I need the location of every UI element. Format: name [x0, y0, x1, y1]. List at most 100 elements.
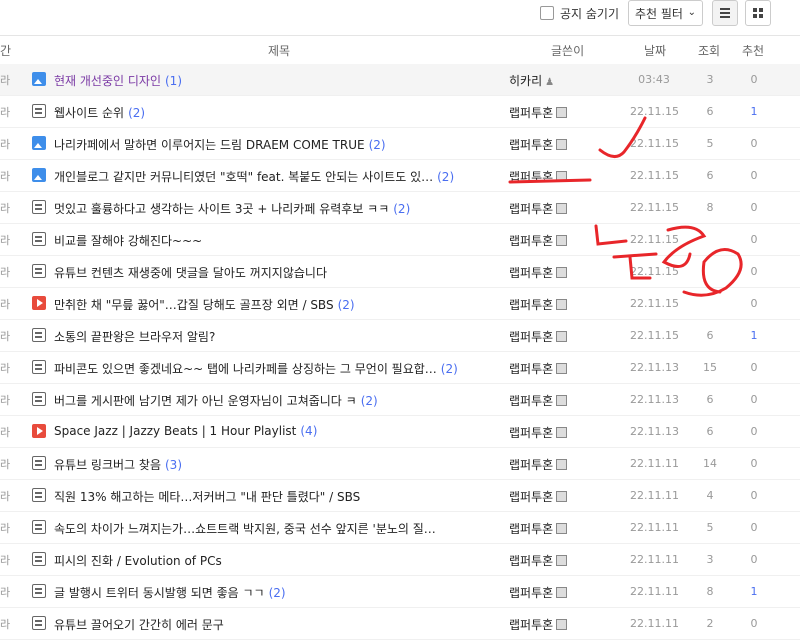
post-title[interactable]: Space Jazz | Jazzy Beats | 1 Hour Playli… [54, 424, 296, 438]
post-title[interactable]: 현재 개선중인 디자인 [54, 74, 161, 88]
post-title[interactable]: 피시의 진화 / Evolution of PCs [54, 554, 222, 568]
row-left-cut: 라 [0, 202, 11, 215]
grid-view-button[interactable] [745, 0, 771, 26]
comment-count[interactable]: (2) [269, 586, 286, 600]
post-title-link[interactable]: 파비콘도 있으면 좋겠네요~~ 탭에 나리카페를 상징하는 그 무언이 필요합…… [54, 360, 458, 377]
post-title-link[interactable]: 속도의 차이가 느껴지는가…쇼트트랙 박지원, 중국 선수 앞지른 '분노의 질… [54, 520, 440, 537]
comment-count[interactable]: (2) [437, 170, 454, 184]
author-name[interactable]: 랩퍼투혼 [509, 426, 553, 440]
author-name[interactable]: 랩퍼투혼 [509, 298, 553, 312]
recommend-filter-select[interactable]: 추천 필터 ⌄ [628, 0, 703, 26]
post-author[interactable]: 랩퍼투혼 [509, 552, 568, 569]
author-name[interactable]: 랩퍼투혼 [509, 106, 553, 120]
post-title[interactable]: 글 발행시 트위터 동시발행 되면 좋음 ㄱㄱ [54, 586, 265, 600]
recommend-count: 0 [750, 297, 758, 310]
recommend-count: 0 [750, 553, 758, 566]
post-title-link[interactable]: 나리카페에서 말하면 이루어지는 드림 DRAEM COME TRUE (2) [54, 136, 386, 153]
post-title[interactable]: 멋있고 훌륭하다고 생각하는 사이트 3곳 + 나리카페 유력후보 ㅋㅋ [54, 202, 389, 216]
post-title-link[interactable]: 만취한 채 "무릎 꿇어"…갑질 당해도 골프장 외면 / SBS (2) [54, 296, 355, 313]
table-row: 라 유튜브 컨텐츠 재생중에 댓글을 달아도 꺼지지않습니다 랩퍼투혼 22.1… [0, 256, 800, 288]
comment-count[interactable]: (4) [300, 424, 317, 438]
post-author[interactable]: 랩퍼투혼 [509, 424, 568, 441]
author-name[interactable]: 랩퍼투혼 [509, 522, 553, 536]
comment-count[interactable]: (2) [128, 106, 145, 120]
post-title-link[interactable]: 소통의 끝판왕은 브라우저 알림? [54, 328, 219, 345]
list-view-button[interactable] [712, 0, 738, 26]
post-title[interactable]: 유튜브 컨텐츠 재생중에 댓글을 달아도 꺼지지않습니다 [54, 266, 327, 280]
author-name[interactable]: 랩퍼투혼 [509, 618, 553, 632]
recommend-count: 0 [750, 73, 758, 86]
post-title[interactable]: 개인블로그 같지만 커뮤니티였던 "호떡" feat. 복붙도 안되는 사이트도… [54, 170, 433, 184]
recommend-count: 0 [750, 425, 758, 438]
row-left-cut: 라 [0, 266, 11, 279]
post-author[interactable]: 랩퍼투혼 [509, 104, 568, 121]
video-post-icon [32, 296, 46, 310]
post-title[interactable]: 유튜브 링크버그 찾음 [54, 458, 161, 472]
hide-notice-checkbox[interactable] [540, 6, 554, 20]
author-name[interactable]: 랩퍼투혼 [509, 202, 553, 216]
post-title-link[interactable]: 직원 13% 해고하는 메타…저커버그 "내 판단 틀렸다" / SBS [54, 488, 364, 505]
comment-count[interactable]: (2) [441, 362, 458, 376]
post-author[interactable]: 랩퍼투혼 [509, 616, 568, 633]
post-title[interactable]: 유튜브 끌어오기 간간히 에러 문구 [54, 618, 224, 632]
post-author[interactable]: 랩퍼투혼 [509, 296, 568, 313]
post-title-link[interactable]: Space Jazz | Jazzy Beats | 1 Hour Playli… [54, 424, 317, 438]
post-list: 라 현재 개선중인 디자인 (1) 히카리 ♟ 03:43 3 0 라 웹사이트 순… [0, 64, 800, 640]
author-name[interactable]: 랩퍼투혼 [509, 490, 553, 504]
post-title[interactable]: 웹사이트 순위 [54, 106, 124, 120]
comment-count[interactable]: (2) [369, 138, 386, 152]
view-count: 14 [703, 457, 717, 470]
post-author[interactable]: 랩퍼투혼 [509, 360, 568, 377]
doc-post-icon [32, 392, 46, 406]
comment-count[interactable]: (2) [338, 298, 355, 312]
author-name[interactable]: 랩퍼투혼 [509, 170, 553, 184]
post-author[interactable]: 랩퍼투혼 [509, 264, 568, 281]
post-title-link[interactable]: 현재 개선중인 디자인 (1) [54, 72, 182, 89]
post-title-link[interactable]: 비교를 잘해야 강해진다~~~ [54, 232, 206, 249]
post-author[interactable]: 랩퍼투혼 [509, 136, 568, 153]
post-title-link[interactable]: 버그를 게시판에 남기면 제가 아닌 운영자님이 고쳐줍니다 ㅋ (2) [54, 392, 378, 409]
comment-count[interactable]: (3) [165, 458, 182, 472]
author-name[interactable]: 랩퍼투혼 [509, 330, 553, 344]
post-author[interactable]: 랩퍼투혼 [509, 328, 568, 345]
author-name[interactable]: 히카리 [509, 74, 542, 88]
post-title-link[interactable]: 유튜브 컨텐츠 재생중에 댓글을 달아도 꺼지지않습니다 [54, 264, 331, 281]
post-title-link[interactable]: 피시의 진화 / Evolution of PCs [54, 552, 226, 569]
post-title-link[interactable]: 웹사이트 순위 (2) [54, 104, 145, 121]
post-author[interactable]: 랩퍼투혼 [509, 168, 568, 185]
post-title-link[interactable]: 유튜브 끌어오기 간간히 에러 문구 [54, 616, 228, 633]
post-title-link[interactable]: 개인블로그 같지만 커뮤니티였던 "호떡" feat. 복붙도 안되는 사이트도… [54, 168, 454, 185]
post-title-link[interactable]: 유튜브 링크버그 찾음 (3) [54, 456, 182, 473]
post-title[interactable]: 비교를 잘해야 강해진다~~~ [54, 234, 202, 248]
row-left-cut: 라 [0, 74, 11, 87]
post-title-link[interactable]: 멋있고 훌륭하다고 생각하는 사이트 3곳 + 나리카페 유력후보 ㅋㅋ (2) [54, 200, 410, 217]
post-title[interactable]: 나리카페에서 말하면 이루어지는 드림 DRAEM COME TRUE [54, 138, 365, 152]
post-title[interactable]: 속도의 차이가 느껴지는가…쇼트트랙 박지원, 중국 선수 앞지른 '분노의 질… [54, 522, 436, 536]
author-name[interactable]: 랩퍼투혼 [509, 554, 553, 568]
author-name[interactable]: 랩퍼투혼 [509, 458, 553, 472]
author-name[interactable]: 랩퍼투혼 [509, 138, 553, 152]
post-title[interactable]: 만취한 채 "무릎 꿇어"…갑질 당해도 골프장 외면 / SBS [54, 298, 334, 312]
post-author[interactable]: 랩퍼투혼 [509, 584, 568, 601]
author-name[interactable]: 랩퍼투혼 [509, 362, 553, 376]
post-author[interactable]: 랩퍼투혼 [509, 520, 568, 537]
post-title-link[interactable]: 글 발행시 트위터 동시발행 되면 좋음 ㄱㄱ (2) [54, 584, 286, 601]
author-name[interactable]: 랩퍼투혼 [509, 586, 553, 600]
post-author[interactable]: 랩퍼투혼 [509, 232, 568, 249]
author-name[interactable]: 랩퍼투혼 [509, 234, 553, 248]
post-title[interactable]: 직원 13% 해고하는 메타…저커버그 "내 판단 틀렸다" / SBS [54, 490, 360, 504]
comment-count[interactable]: (1) [165, 74, 182, 88]
post-author[interactable]: 랩퍼투혼 [509, 456, 568, 473]
comment-count[interactable]: (2) [361, 394, 378, 408]
post-title[interactable]: 버그를 게시판에 남기면 제가 아닌 운영자님이 고쳐줍니다 ㅋ [54, 394, 357, 408]
post-author[interactable]: 랩퍼투혼 [509, 392, 568, 409]
post-title[interactable]: 파비콘도 있으면 좋겠네요~~ 탭에 나리카페를 상징하는 그 무언이 필요합… [54, 362, 437, 376]
post-author[interactable]: 랩퍼투혼 [509, 200, 568, 217]
hide-notice-toggle[interactable]: 공지 숨기기 [540, 5, 619, 21]
post-author[interactable]: 히카리 ♟ [509, 72, 554, 89]
author-name[interactable]: 랩퍼투혼 [509, 266, 553, 280]
comment-count[interactable]: (2) [393, 202, 410, 216]
author-name[interactable]: 랩퍼투혼 [509, 394, 553, 408]
post-author[interactable]: 랩퍼투혼 [509, 488, 568, 505]
post-title[interactable]: 소통의 끝판왕은 브라우저 알림? [54, 330, 215, 344]
